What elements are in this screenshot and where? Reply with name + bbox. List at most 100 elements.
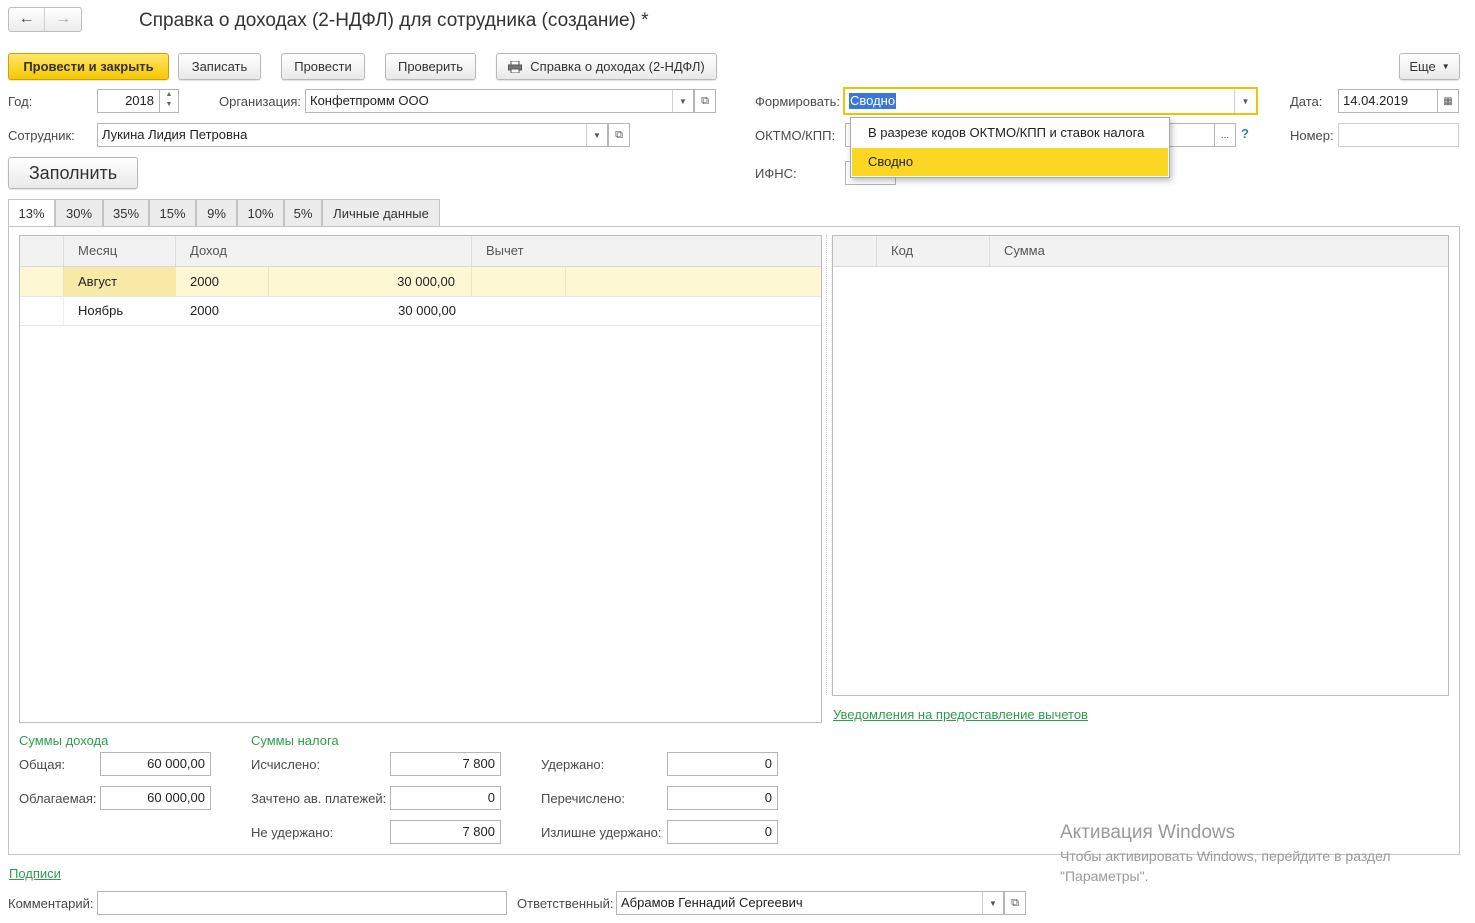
transferred-field[interactable]: 0: [667, 786, 778, 810]
form-type-dropdown: В разрезе кодов ОКТМО/КПП и ставок налог…: [850, 117, 1170, 178]
cell-income-amount[interactable]: 30 000,00: [269, 267, 472, 296]
forward-arrow-icon[interactable]: →: [45, 8, 81, 31]
row-marker-header: [20, 236, 64, 266]
cell-deduction-code[interactable]: [472, 296, 566, 325]
row-marker-header: [833, 236, 877, 266]
total-income-label: Общая:: [19, 757, 66, 772]
stepper-down-icon[interactable]: ▼: [160, 100, 178, 110]
tab-13[interactable]: 13%: [8, 199, 55, 227]
dropdown-option-summary[interactable]: Сводно: [852, 148, 1168, 176]
print-report-label: Справка о доходах (2-НДФЛ): [530, 59, 705, 74]
income-sums-title: Суммы дохода: [19, 733, 109, 748]
page-title: Справка о доходах (2-НДФЛ) для сотрудник…: [139, 10, 649, 31]
column-header-code[interactable]: Код: [877, 236, 990, 266]
organization-field[interactable]: Конфетпромм ООО: [305, 89, 674, 113]
row-marker: [20, 296, 64, 325]
withheld-label: Удержано:: [541, 757, 605, 772]
date-field[interactable]: 14.04.2019: [1338, 89, 1439, 113]
not-withheld-field[interactable]: 7 800: [390, 820, 501, 844]
advance-payments-label: Зачтено ав. платежей:: [251, 791, 387, 806]
responsible-field[interactable]: Абрамов Геннадий Сергеевич: [616, 891, 984, 915]
advance-payments-field[interactable]: 0: [390, 786, 501, 810]
deduction-table-header: Код Сумма: [833, 236, 1448, 267]
signatures-link[interactable]: Подписи: [9, 866, 61, 881]
deduction-table: Код Сумма: [832, 235, 1449, 696]
cell-deduction-code[interactable]: [472, 267, 566, 296]
tab-10[interactable]: 10%: [237, 199, 284, 226]
open-responsible-icon[interactable]: ⧉: [1004, 891, 1026, 915]
year-stepper[interactable]: ▲ ▼: [159, 89, 179, 113]
activation-watermark-text: Чтобы активировать Windows, перейдите в …: [1060, 848, 1391, 884]
deduction-notices-link[interactable]: Уведомления на предоставление вычетов: [833, 707, 1088, 722]
column-header-sum[interactable]: Сумма: [990, 236, 1448, 266]
tab-35[interactable]: 35%: [103, 199, 149, 226]
post-button[interactable]: Провести: [281, 53, 365, 80]
income-table: Месяц Доход Вычет Август 2000 30 000,00 …: [19, 235, 822, 723]
back-arrow-icon[interactable]: ←: [9, 8, 45, 31]
save-button[interactable]: Записать: [178, 53, 261, 80]
open-organization-icon[interactable]: ⧉: [694, 89, 716, 113]
cell-income-code[interactable]: 2000: [176, 296, 269, 325]
chevron-down-icon[interactable]: ▼: [672, 89, 694, 113]
panel-splitter[interactable]: [826, 235, 827, 695]
tab-5[interactable]: 5%: [284, 199, 322, 226]
taxable-income-label: Облагаемая:: [19, 791, 97, 806]
calendar-icon[interactable]: ▦: [1437, 89, 1459, 113]
column-header-income[interactable]: Доход: [176, 236, 472, 266]
employee-field[interactable]: Лукина Лидия Петровна: [97, 123, 587, 147]
column-header-deduction[interactable]: Вычет: [472, 236, 821, 266]
chevron-down-icon[interactable]: ▼: [982, 891, 1004, 915]
year-field[interactable]: 2018: [97, 89, 160, 113]
year-label: Год:: [8, 94, 33, 109]
date-label: Дата:: [1290, 94, 1323, 109]
stepper-up-icon[interactable]: ▲: [160, 90, 178, 100]
oktmo-select-button[interactable]: ...: [1214, 123, 1236, 147]
withheld-field[interactable]: 0: [667, 752, 778, 776]
dropdown-option-by-oktmo[interactable]: В разрезе кодов ОКТМО/КПП и ставок налог…: [852, 119, 1168, 147]
total-income-field[interactable]: 60 000,00: [100, 752, 211, 776]
more-button[interactable]: Еще ▼: [1399, 53, 1460, 80]
fill-button[interactable]: Заполнить: [8, 157, 138, 189]
tab-30[interactable]: 30%: [55, 199, 103, 226]
oktmo-label: ОКТМО/КПП:: [755, 128, 836, 143]
responsible-label: Ответственный:: [517, 896, 614, 911]
row-marker: [20, 267, 64, 296]
tab-personal-data[interactable]: Личные данные: [322, 199, 440, 226]
calculated-field[interactable]: 7 800: [390, 752, 501, 776]
tab-9[interactable]: 9%: [196, 199, 237, 226]
ifns-label: ИФНС:: [755, 166, 797, 181]
column-header-month[interactable]: Месяц: [64, 236, 176, 266]
check-button[interactable]: Проверить: [385, 53, 476, 80]
cell-month[interactable]: Ноябрь: [64, 296, 176, 325]
printer-icon: [508, 60, 523, 74]
calculated-label: Исчислено:: [251, 757, 321, 772]
cell-income-code[interactable]: 2000: [176, 267, 269, 296]
comment-field[interactable]: [97, 891, 507, 915]
organization-label: Организация:: [219, 94, 302, 109]
chevron-down-icon[interactable]: ▼: [586, 123, 608, 147]
more-label: Еще: [1409, 59, 1436, 74]
form-type-field[interactable]: Сводно ▼: [843, 87, 1258, 115]
not-withheld-label: Не удержано:: [251, 825, 334, 840]
nav-group: ← →: [8, 7, 82, 32]
post-and-close-button[interactable]: Провести и закрыть: [8, 53, 169, 80]
cell-deduction-amount[interactable]: [566, 267, 821, 296]
open-employee-icon[interactable]: ⧉: [608, 123, 630, 147]
form-type-value: Сводно: [849, 93, 897, 109]
cell-deduction-amount[interactable]: [566, 296, 821, 325]
transferred-label: Перечислено:: [541, 791, 625, 806]
tab-15[interactable]: 15%: [149, 199, 196, 226]
taxable-income-field[interactable]: 60 000,00: [100, 786, 211, 810]
cell-income-amount[interactable]: 30 000,00: [269, 296, 472, 325]
cell-month[interactable]: Август: [64, 267, 176, 296]
print-report-button[interactable]: Справка о доходах (2-НДФЛ): [496, 53, 717, 80]
number-field[interactable]: [1338, 123, 1459, 147]
excess-withheld-field[interactable]: 0: [667, 820, 778, 844]
number-label: Номер:: [1290, 128, 1334, 143]
table-row[interactable]: Ноябрь 2000 30 000,00: [20, 296, 821, 326]
income-table-header: Месяц Доход Вычет: [20, 236, 821, 267]
help-icon[interactable]: ?: [1241, 126, 1249, 141]
table-row[interactable]: Август 2000 30 000,00: [20, 267, 821, 297]
chevron-down-icon[interactable]: ▼: [1234, 89, 1256, 113]
chevron-down-icon: ▼: [1441, 62, 1450, 71]
